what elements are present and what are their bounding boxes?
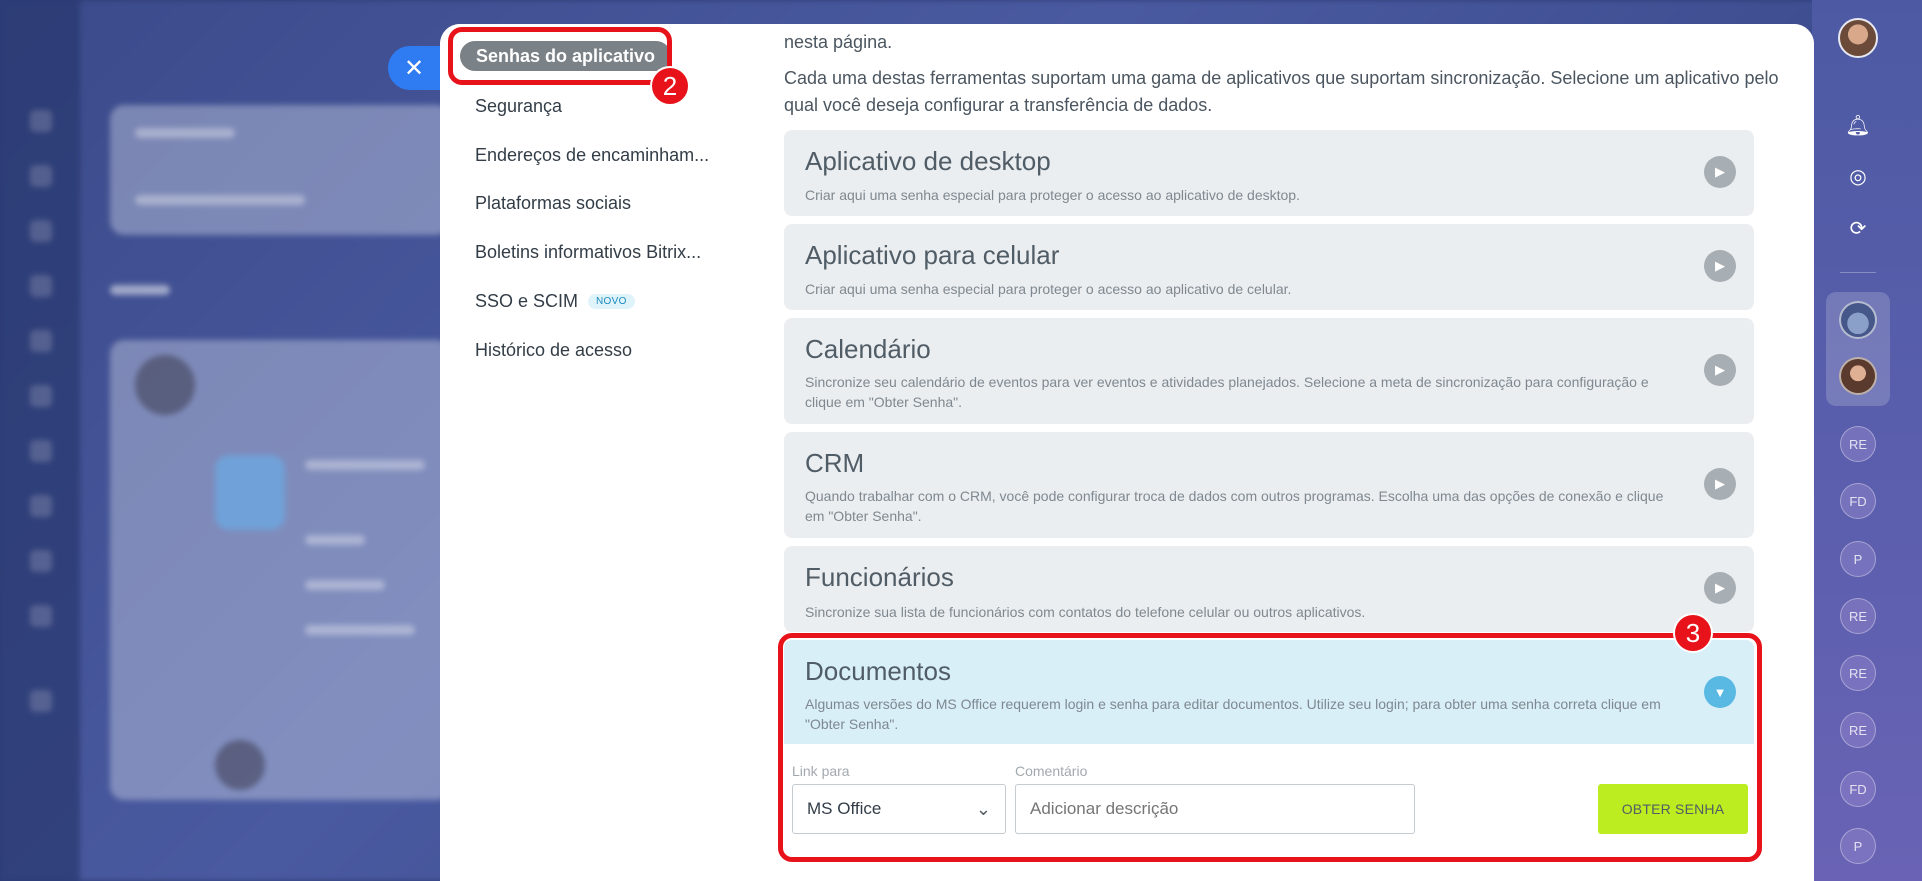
- close-icon: ✕: [404, 54, 425, 82]
- bg-nav-icon: [30, 605, 52, 627]
- sidebar-item-label: SSO e SCIM: [475, 291, 579, 311]
- sidebar-item-security[interactable]: Segurança: [475, 96, 562, 117]
- bg-panel: [110, 105, 450, 235]
- bg-nav-icon: [30, 385, 52, 407]
- chevron-right-icon[interactable]: ▶: [1704, 354, 1736, 386]
- bg-line: [135, 195, 305, 205]
- settings-sidebar: Senhas do aplicativo Segurança Endereços…: [440, 24, 766, 881]
- target-icon[interactable]: ◎: [1840, 158, 1876, 194]
- bg-nav-icon: [30, 165, 52, 187]
- bg-avatar: [135, 355, 195, 415]
- chat-avatar-initials[interactable]: FD: [1840, 771, 1876, 807]
- card-description: Quando trabalhar com o CRM, você pode co…: [805, 488, 1664, 524]
- card-description: Criar aqui uma senha especial para prote…: [805, 187, 1300, 203]
- bg-nav-icon: [30, 690, 52, 712]
- close-slider-button[interactable]: ✕: [388, 46, 448, 90]
- bg-line: [305, 580, 385, 590]
- right-bar-divider: [1840, 272, 1876, 273]
- bg-nav-icon: [30, 220, 52, 242]
- chevron-right-icon[interactable]: ▶: [1704, 250, 1736, 282]
- bg-nav-icon: [30, 495, 52, 517]
- card-desktop-app[interactable]: Aplicativo de desktop Criar aqui uma sen…: [784, 130, 1754, 216]
- bg-nav-icon: [30, 275, 52, 297]
- chat-avatar-initials[interactable]: P: [1840, 828, 1876, 864]
- card-title: Calendário: [805, 334, 931, 364]
- chevron-right-icon[interactable]: ▶: [1704, 468, 1736, 500]
- card-description: Criar aqui uma senha especial para prote…: [805, 281, 1292, 297]
- bg-line: [110, 285, 170, 295]
- bg-line: [305, 625, 415, 635]
- annotation-highlight-2: [448, 27, 672, 85]
- bg-nav-icon: [30, 110, 52, 132]
- card-employees[interactable]: Funcionários Sincronize sua lista de fun…: [784, 546, 1754, 632]
- card-description: Sincronize seu calendário de eventos par…: [805, 374, 1649, 410]
- card-mobile-app[interactable]: Aplicativo para celular Criar aqui uma s…: [784, 224, 1754, 310]
- card-title: Aplicativo para celular: [805, 240, 1060, 270]
- bg-calendar: [215, 455, 285, 530]
- sync-chat-icon[interactable]: ⟳: [1840, 210, 1876, 246]
- card-calendar[interactable]: Calendário Sincronize seu calendário de …: [784, 318, 1754, 424]
- annotation-number-3: 3: [1673, 613, 1713, 653]
- bg-nav-icon: [30, 550, 52, 572]
- chat-avatar-initials[interactable]: RE: [1840, 712, 1876, 748]
- user-avatar[interactable]: [1838, 18, 1878, 58]
- chat-avatar-initials[interactable]: FD: [1840, 483, 1876, 519]
- sidebar-item-social[interactable]: Plataformas sociais: [475, 193, 631, 214]
- card-description: Sincronize sua lista de funcionários com…: [805, 604, 1366, 620]
- chat-avatar-person[interactable]: [1839, 357, 1877, 395]
- bg-nav-icon: [30, 330, 52, 352]
- annotation-highlight-3: [778, 633, 1762, 862]
- chevron-right-icon[interactable]: ▶: [1704, 156, 1736, 188]
- intro-text: Cada uma destas ferramentas suportam uma…: [784, 68, 1779, 115]
- bg-line: [135, 128, 235, 138]
- card-crm[interactable]: CRM Quando trabalhar com o CRM, você pod…: [784, 432, 1754, 538]
- bg-line: [305, 535, 365, 545]
- sidebar-item-newsletters[interactable]: Boletins informativos Bitrix...: [475, 242, 701, 263]
- chevron-right-icon[interactable]: ▶: [1704, 572, 1736, 604]
- bg-line: [305, 460, 425, 470]
- card-title: Aplicativo de desktop: [805, 146, 1051, 176]
- chat-avatar-initials[interactable]: RE: [1840, 655, 1876, 691]
- bg-nav-icon: [30, 440, 52, 462]
- chat-avatar-initials[interactable]: P: [1840, 541, 1876, 577]
- card-title: Funcionários: [805, 562, 954, 592]
- chat-avatar-initials[interactable]: RE: [1840, 598, 1876, 634]
- bg-avatar: [215, 740, 265, 790]
- chat-avatar-landscape[interactable]: [1839, 301, 1877, 339]
- bell-icon[interactable]: 🔔︎: [1840, 107, 1876, 143]
- card-title: CRM: [805, 448, 865, 478]
- new-badge: NOVO: [588, 294, 635, 309]
- sidebar-item-access-history[interactable]: Histórico de acesso: [475, 340, 632, 361]
- sidebar-item-sso-scim[interactable]: SSO e SCIM NOVO: [475, 291, 635, 312]
- chat-avatar-initials[interactable]: RE: [1840, 426, 1876, 462]
- intro-text-top: nesta página.: [784, 32, 893, 52]
- annotation-number-2: 2: [650, 66, 690, 106]
- sidebar-item-forwarding[interactable]: Endereços de encaminham...: [475, 145, 709, 166]
